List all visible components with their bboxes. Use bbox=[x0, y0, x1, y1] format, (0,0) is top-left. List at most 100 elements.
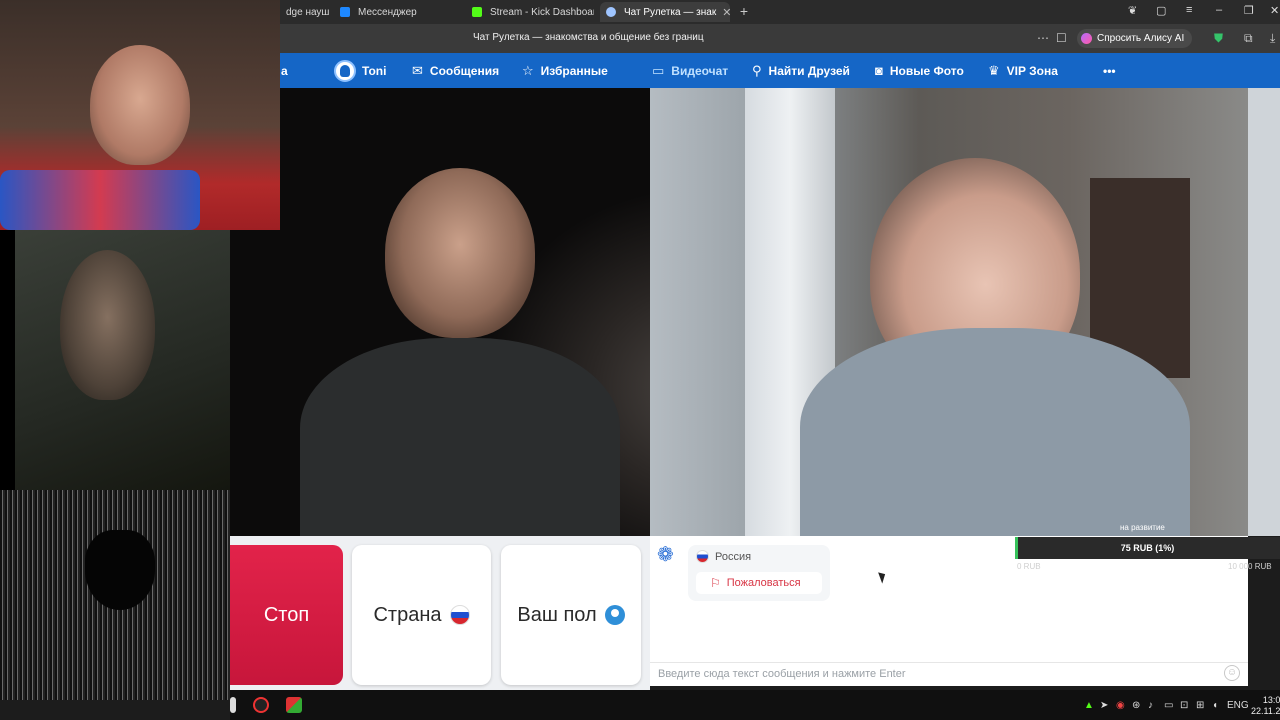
tab-label: Stream - Kick Dashboard bbox=[490, 6, 594, 18]
start-icon[interactable] bbox=[230, 697, 236, 713]
country-button[interactable]: Страна bbox=[352, 545, 491, 685]
close-tab-icon[interactable]: ✕ bbox=[722, 6, 730, 19]
stop-button[interactable]: Стоп bbox=[230, 545, 343, 685]
country-name: Россия bbox=[715, 550, 752, 563]
donation-goal-label: на развитие bbox=[1120, 523, 1165, 532]
donation-min: 0 RUB bbox=[1017, 562, 1041, 571]
nav-new-photos[interactable]: ◙ Новые Фото bbox=[875, 53, 964, 88]
crown-icon: ♛ bbox=[988, 62, 1000, 78]
windows-icon[interactable]: ⊞ bbox=[1196, 700, 1204, 711]
nav-label: VIP Зона bbox=[1006, 63, 1058, 78]
avatar bbox=[334, 59, 356, 82]
tab-label: Мессенджер bbox=[358, 6, 417, 18]
partner-country: Россия bbox=[696, 550, 751, 563]
maximize-icon[interactable]: ❐ bbox=[1244, 4, 1254, 17]
donation-progress-text: 75 RUB (1%) bbox=[1120, 543, 1175, 553]
site-logo-icon: ❁ bbox=[657, 544, 674, 566]
clock-time: 13:07 bbox=[1262, 695, 1280, 705]
page-margin bbox=[1248, 88, 1280, 536]
report-button[interactable]: ⚐ Пожаловаться bbox=[696, 572, 822, 594]
person-face bbox=[385, 168, 535, 338]
tab-headphones[interactable]: dge науш bbox=[280, 2, 330, 22]
alice-label: Спросить Алису AI bbox=[1097, 33, 1185, 44]
bookmark-icon[interactable]: ❦ bbox=[1128, 4, 1137, 17]
brand-text: а bbox=[281, 63, 288, 78]
nav-more-button[interactable]: ••• bbox=[1103, 53, 1116, 88]
second-webcam bbox=[0, 230, 230, 490]
menu-icon[interactable]: ≡ bbox=[1186, 4, 1192, 16]
tab-messenger[interactable]: Мессенджер bbox=[334, 2, 458, 22]
second-face bbox=[60, 250, 155, 400]
donation-max: 10 000 RUB bbox=[1228, 562, 1272, 571]
obs-icon[interactable] bbox=[253, 697, 269, 713]
gender-label: Ваш пол bbox=[517, 603, 597, 626]
kick-icon bbox=[472, 7, 482, 17]
new-tab-button[interactable]: + bbox=[736, 3, 752, 19]
ask-alice-button[interactable]: Спросить Алису AI bbox=[1077, 29, 1193, 48]
envelope-icon: ✉ bbox=[412, 62, 423, 78]
clock-date: 22.11.20 bbox=[1251, 706, 1280, 716]
collections-icon[interactable]: ▢ bbox=[1156, 4, 1166, 17]
manga-overlay bbox=[0, 490, 230, 700]
tab-label: dge науш bbox=[286, 6, 330, 18]
language-indicator[interactable]: ENG bbox=[1227, 700, 1249, 711]
search-icon: ⚲ bbox=[752, 62, 762, 78]
photo-icon: ◙ bbox=[875, 63, 883, 78]
partner-hoodie bbox=[800, 328, 1190, 548]
tab-kick-dashboard[interactable]: Stream - Kick Dashboard bbox=[466, 2, 594, 22]
extensions-icon[interactable]: ⧉ bbox=[1244, 31, 1253, 46]
screen: dge науш Мессенджер Stream - Kick Dashbo… bbox=[0, 0, 1280, 720]
clock[interactable]: 13:0722.11.20 bbox=[1251, 695, 1280, 717]
user-icon bbox=[604, 605, 625, 625]
nav-label: Видеочат bbox=[671, 63, 729, 78]
nvidia-icon[interactable]: ▲ bbox=[1084, 700, 1094, 711]
country-label: Страна bbox=[373, 603, 442, 626]
partner-video bbox=[650, 88, 1248, 548]
telegram-icon[interactable]: ➤ bbox=[1100, 700, 1108, 711]
volume-icon[interactable]: ◖ bbox=[1212, 700, 1218, 711]
mic-icon[interactable]: ♪ bbox=[1148, 700, 1153, 711]
tab-label: Чат Рулетка — знак bbox=[624, 6, 717, 18]
profile-link[interactable]: Toni bbox=[334, 53, 386, 88]
site-icon bbox=[606, 7, 616, 17]
nav-videochat[interactable]: ▭ Видеочат bbox=[652, 53, 728, 88]
star-icon: ☆ bbox=[522, 62, 534, 78]
russia-flag-icon bbox=[449, 605, 470, 625]
close-window-icon[interactable]: ✕ bbox=[1270, 4, 1279, 17]
network-icon[interactable]: ▭ bbox=[1164, 700, 1173, 711]
tab-chat-roulette[interactable]: Чат Рулетка — знак ✕ bbox=[600, 2, 730, 22]
person-body bbox=[300, 338, 620, 538]
display-icon[interactable]: ⊡ bbox=[1180, 700, 1188, 711]
nav-label: Сообщения bbox=[429, 63, 500, 78]
donation-progress-bar: 75 RUB (1%) bbox=[1015, 537, 1280, 559]
yandex-icon[interactable]: ◉ bbox=[1116, 700, 1125, 711]
gender-button[interactable]: Ваш пол bbox=[501, 545, 641, 685]
streamer-webcam bbox=[0, 0, 280, 230]
camera-icon: ▭ bbox=[652, 62, 665, 78]
streamer-face bbox=[90, 45, 190, 165]
emoji-icon[interactable]: ☺ bbox=[1224, 665, 1240, 681]
more-dots: ••• bbox=[1103, 63, 1116, 78]
more-icon[interactable]: ⋯ bbox=[1037, 31, 1049, 45]
brand-fragment[interactable]: а bbox=[281, 53, 288, 88]
shield-icon[interactable]: ⛊ bbox=[1214, 31, 1223, 46]
nav-vip[interactable]: ♛ VIP Зона bbox=[988, 53, 1058, 88]
russia-flag-icon bbox=[696, 550, 709, 563]
own-camera-video bbox=[230, 88, 650, 538]
nav-messages[interactable]: ✉ Сообщения bbox=[412, 53, 499, 88]
report-label: Пожаловаться bbox=[726, 577, 801, 589]
nav-label: Избранные bbox=[540, 63, 608, 78]
steam-icon[interactable]: ⊛ bbox=[1132, 700, 1140, 711]
nav-find-friends[interactable]: ⚲ Найти Друзей bbox=[752, 53, 850, 88]
chat-input-placeholder: Введите сюда текст сообщения и нажмите E… bbox=[658, 668, 906, 680]
minimize-icon[interactable]: – bbox=[1216, 4, 1222, 16]
chat-input[interactable]: Введите сюда текст сообщения и нажмите E… bbox=[650, 662, 1248, 686]
app-icon[interactable] bbox=[286, 697, 302, 713]
second-webcam-image bbox=[15, 230, 230, 490]
bookmark-star-icon[interactable]: ☐ bbox=[1056, 31, 1067, 45]
manga-face bbox=[85, 530, 155, 610]
nav-label: Новые Фото bbox=[889, 63, 964, 78]
profile-name: Toni bbox=[362, 63, 387, 78]
download-icon[interactable]: ⤓ bbox=[1270, 31, 1275, 46]
nav-favorites[interactable]: ☆ Избранные bbox=[522, 53, 608, 88]
